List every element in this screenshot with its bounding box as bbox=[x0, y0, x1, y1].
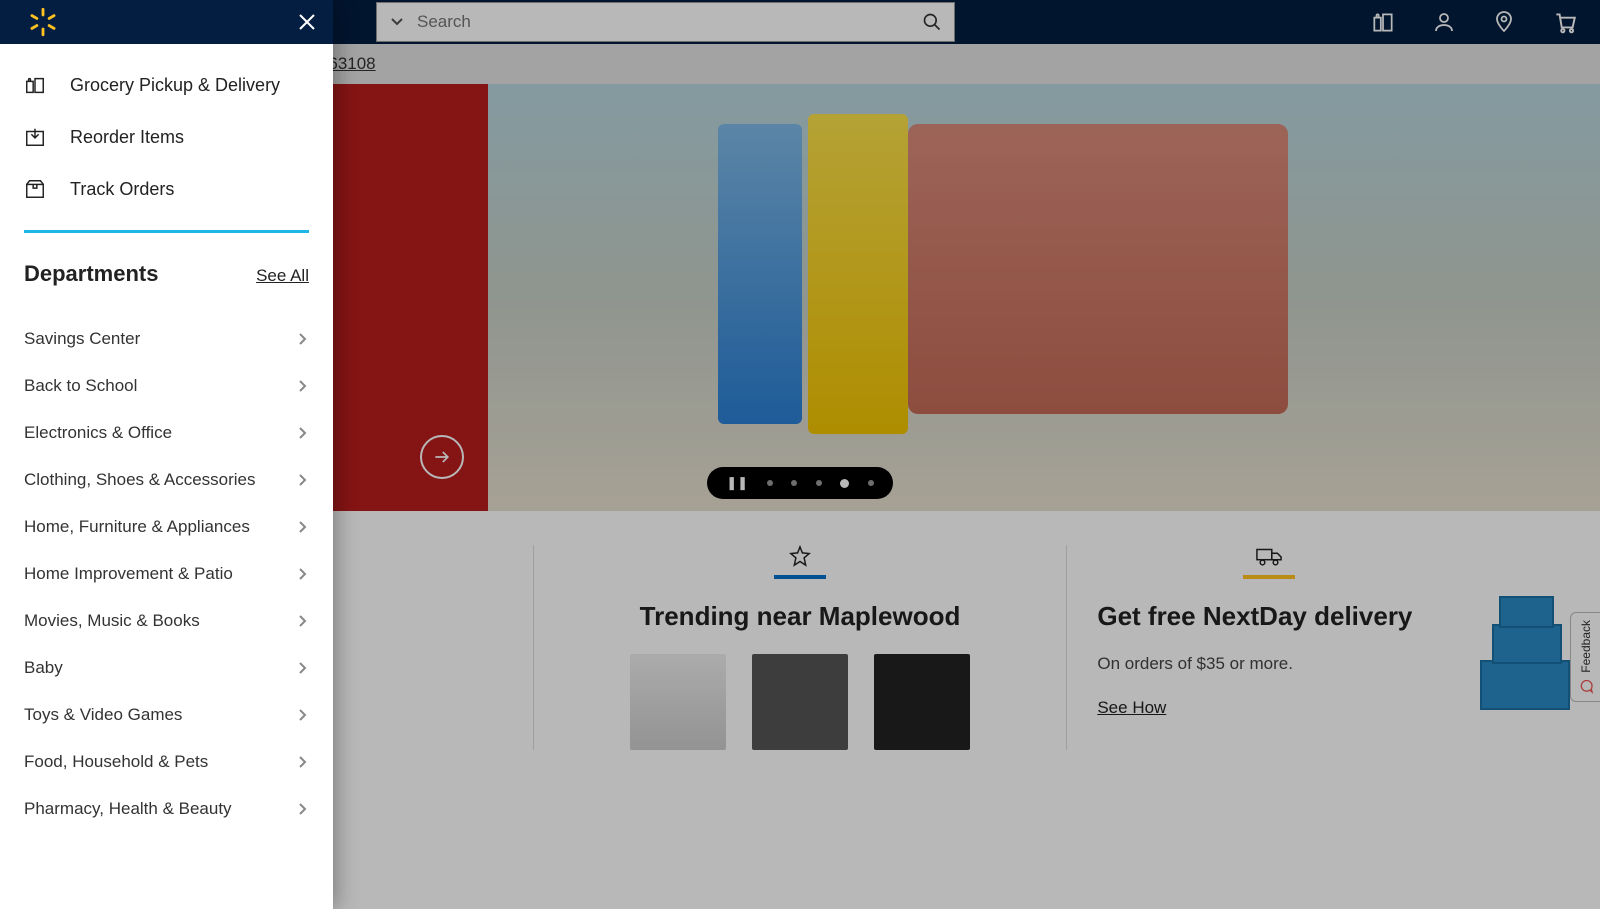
chevron-right-icon bbox=[297, 709, 309, 721]
quicklink-track[interactable]: Track Orders bbox=[24, 178, 309, 200]
department-item[interactable]: Pharmacy, Health & Beauty bbox=[24, 785, 309, 832]
chevron-right-icon bbox=[297, 427, 309, 439]
chevron-right-icon bbox=[297, 803, 309, 815]
quicklink-grocery[interactable]: Grocery Pickup & Delivery bbox=[24, 74, 309, 96]
departments-header: Departments See All bbox=[24, 261, 309, 287]
department-item-label: Home, Furniture & Appliances bbox=[24, 517, 250, 537]
department-item-label: Food, Household & Pets bbox=[24, 752, 208, 772]
drawer-divider bbox=[24, 230, 309, 233]
department-item-label: Clothing, Shoes & Accessories bbox=[24, 470, 256, 490]
chevron-right-icon bbox=[297, 756, 309, 768]
chevron-right-icon bbox=[297, 380, 309, 392]
department-item[interactable]: Home, Furniture & Appliances bbox=[24, 503, 309, 550]
department-item[interactable]: Clothing, Shoes & Accessories bbox=[24, 456, 309, 503]
walmart-spark-icon[interactable] bbox=[26, 5, 60, 39]
department-item-label: Toys & Video Games bbox=[24, 705, 182, 725]
drawer-body: Grocery Pickup & Delivery Reorder Items … bbox=[0, 44, 333, 832]
close-icon bbox=[295, 10, 319, 34]
department-item-label: Pharmacy, Health & Beauty bbox=[24, 799, 232, 819]
chevron-right-icon bbox=[297, 568, 309, 580]
chevron-right-icon bbox=[297, 474, 309, 486]
quicklink-grocery-label: Grocery Pickup & Delivery bbox=[70, 75, 280, 96]
department-item[interactable]: Savings Center bbox=[24, 315, 309, 362]
department-item-label: Electronics & Office bbox=[24, 423, 172, 443]
department-item[interactable]: Movies, Music & Books bbox=[24, 597, 309, 644]
drawer-header bbox=[0, 0, 333, 44]
quicklink-track-label: Track Orders bbox=[70, 179, 174, 200]
grocery-bag-icon bbox=[24, 74, 46, 96]
department-item-label: Movies, Music & Books bbox=[24, 611, 200, 631]
department-item[interactable]: Back to School bbox=[24, 362, 309, 409]
chevron-right-icon bbox=[297, 333, 309, 345]
quicklink-reorder-label: Reorder Items bbox=[70, 127, 184, 148]
departments-see-all[interactable]: See All bbox=[256, 266, 309, 286]
department-item-label: Home Improvement & Patio bbox=[24, 564, 233, 584]
department-item[interactable]: Electronics & Office bbox=[24, 409, 309, 456]
department-item[interactable]: Baby bbox=[24, 644, 309, 691]
department-item-label: Back to School bbox=[24, 376, 137, 396]
quicklink-reorder[interactable]: Reorder Items bbox=[24, 126, 309, 148]
departments-heading: Departments bbox=[24, 261, 158, 287]
nav-drawer: Grocery Pickup & Delivery Reorder Items … bbox=[0, 0, 333, 909]
department-item[interactable]: Home Improvement & Patio bbox=[24, 550, 309, 597]
chevron-right-icon bbox=[297, 662, 309, 674]
department-item[interactable]: Toys & Video Games bbox=[24, 691, 309, 738]
department-item-label: Baby bbox=[24, 658, 63, 678]
package-icon bbox=[24, 178, 46, 200]
chevron-right-icon bbox=[297, 521, 309, 533]
reorder-icon bbox=[24, 126, 46, 148]
chevron-right-icon bbox=[297, 615, 309, 627]
department-item[interactable]: Food, Household & Pets bbox=[24, 738, 309, 785]
drawer-close-button[interactable] bbox=[295, 10, 319, 34]
departments-list: Savings Center Back to School Electronics … bbox=[24, 315, 309, 832]
department-item-label: Savings Center bbox=[24, 329, 140, 349]
